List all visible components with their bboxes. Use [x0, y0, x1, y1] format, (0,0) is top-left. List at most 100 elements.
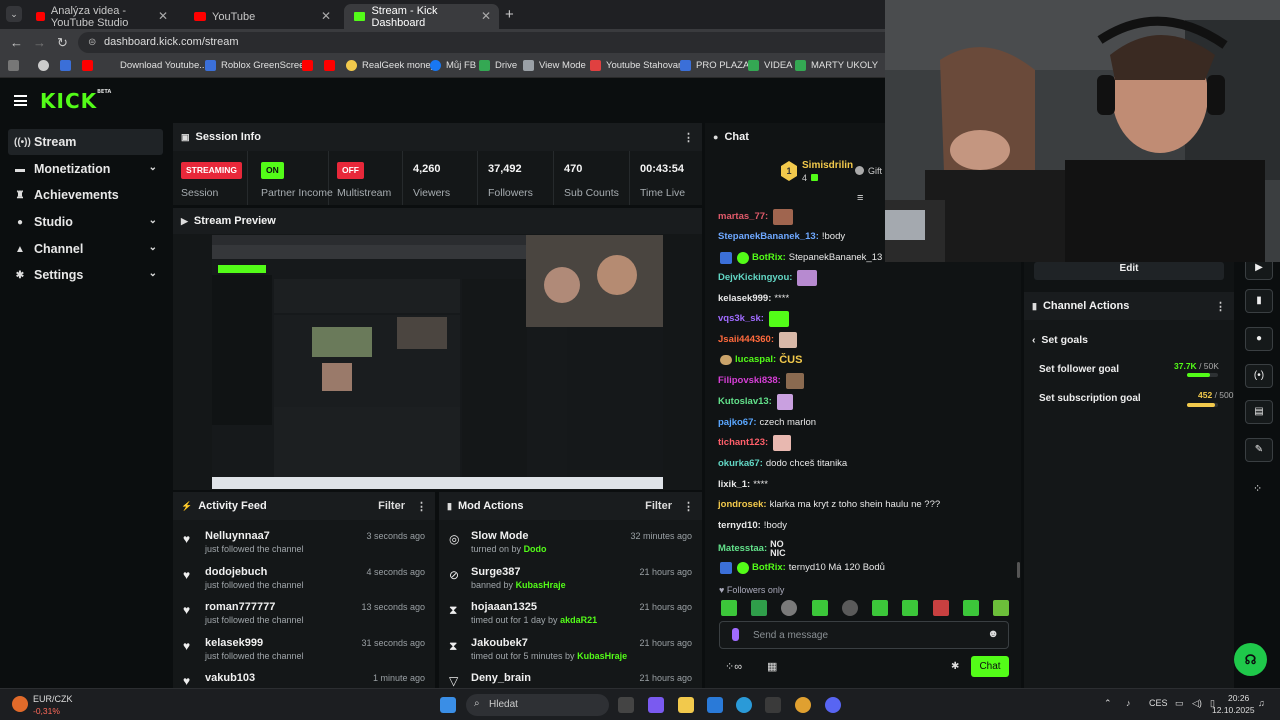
sidebar-item-studio[interactable]: ● Studio ⌄ [8, 209, 163, 235]
emote-icon[interactable] [841, 600, 858, 616]
bookmark-youtube-stahovani[interactable]: Youtube Stahovaní [590, 60, 686, 71]
list-item[interactable]: ⧗ hojaaan1325 timed out for 1 day by akd… [439, 597, 702, 632]
site-info-icon[interactable]: ⊜ [88, 32, 96, 53]
bookmark-download-youtube[interactable]: Download Youtube... [104, 60, 207, 71]
reload-icon[interactable]: ↻ [57, 35, 68, 51]
edit-button[interactable]: Edit [1034, 262, 1224, 280]
stream-preview-video[interactable] [212, 235, 663, 489]
terminal-icon[interactable] [765, 697, 781, 713]
notification-icon[interactable]: ♫ [1258, 698, 1265, 708]
gift-label[interactable]: Gift [868, 166, 882, 176]
emote-icon[interactable] [992, 600, 1009, 616]
clock-date[interactable]: 12.10.2025 [1212, 705, 1255, 715]
emote-icon[interactable] [962, 600, 979, 616]
emote-icon[interactable] [932, 600, 949, 616]
tab-search-icon[interactable]: ⌄ [6, 6, 22, 22]
outlook-icon[interactable] [707, 697, 723, 713]
chat-settings-icon[interactable]: ✱ [951, 661, 959, 672]
list-item[interactable]: ♥ roman777777 just followed the channel … [173, 597, 435, 632]
emote-icon[interactable] [751, 600, 768, 616]
clip-icon[interactable]: ▮ [1245, 289, 1273, 313]
tab-youtube-studio[interactable]: Analýza videa - YouTube Studio ✕ [26, 4, 176, 29]
wrench-icon[interactable]: ✎ [1245, 438, 1273, 462]
sidebar-item-achievements[interactable]: ♜ Achievements [8, 182, 163, 208]
kick-logo[interactable]: KICKBETA [40, 89, 111, 113]
forward-arrow-icon[interactable]: → [33, 35, 46, 50]
network-icon[interactable]: ▭ [1175, 698, 1184, 709]
emote-icon[interactable] [781, 600, 798, 616]
bookmark-icon[interactable] [60, 60, 76, 71]
tab-youtube[interactable]: YouTube ✕ [184, 4, 339, 29]
set-subscription-goal[interactable]: Set subscription goal [1039, 393, 1141, 404]
sidebar-item-monetization[interactable]: ▬ Monetization ⌄ [8, 156, 163, 182]
set-follower-goal[interactable]: Set follower goal [1039, 364, 1119, 375]
volume-icon[interactable]: ◁) [1192, 698, 1202, 709]
activity-filter-button[interactable]: Filter [378, 500, 405, 512]
taskbar-search-field[interactable]: ⌕ Hledat [466, 694, 609, 716]
bookmark-drive[interactable]: Drive [479, 60, 517, 71]
chat-bubble-icon[interactable]: ● [1245, 327, 1273, 351]
send-chat-button[interactable]: Chat [971, 656, 1009, 677]
copilot-icon[interactable] [648, 697, 664, 713]
microphone-icon[interactable] [732, 628, 739, 641]
list-item[interactable]: ♥ Nelluynnaa7 just followed the channel … [173, 526, 435, 561]
more-options-icon[interactable]: ⋮ [416, 500, 427, 513]
chat-filter-icon[interactable]: ≡ [857, 192, 863, 204]
sidebar-item-channel[interactable]: ▲ Channel ⌄ [8, 236, 163, 262]
emote-icon[interactable] [902, 600, 919, 616]
task-view-icon[interactable] [618, 697, 634, 713]
bookmark-marty-ukoly[interactable]: MARTY UKOLY [795, 60, 878, 71]
layout-icon[interactable]: ▤ [1245, 400, 1273, 424]
tab-kick-dashboard[interactable]: Stream - Kick Dashboard ✕ [344, 4, 499, 29]
discord-icon[interactable] [825, 697, 841, 713]
support-headset-icon[interactable]: ☊ [1234, 643, 1267, 676]
bookmark-pro-plaza[interactable]: PRO PLAZA [680, 60, 749, 71]
list-item[interactable]: ⧗ Jakoubek7 timed out for 5 minutes by K… [439, 633, 702, 668]
apps-grid-icon[interactable] [8, 60, 24, 71]
clock-time[interactable]: 20:26 [1228, 693, 1249, 703]
set-goals-back[interactable]: ‹ Set goals [1032, 334, 1088, 346]
chat-input-field[interactable]: Send a message ☻ [719, 621, 1009, 649]
bookmark-icon[interactable] [302, 60, 318, 71]
tray-expand-icon[interactable]: ⌃ [1104, 698, 1112, 709]
close-icon[interactable]: ✕ [481, 9, 491, 23]
list-item[interactable]: ♥ dodojebuch just followed the channel 4… [173, 562, 435, 597]
more-tools-icon[interactable]: ⁘ [1253, 482, 1262, 495]
microphone-icon[interactable]: ♪ [1126, 698, 1131, 708]
chrome-icon[interactable] [795, 697, 811, 713]
close-icon[interactable]: ✕ [321, 9, 331, 23]
menu-icon[interactable] [14, 95, 27, 106]
list-item[interactable]: ♥ kelasek999 just followed the channel 3… [173, 633, 435, 668]
more-options-icon[interactable]: ⋮ [1215, 300, 1226, 313]
broadcast-icon[interactable]: (•) [1245, 364, 1273, 388]
emote-icon[interactable] [872, 600, 889, 616]
emote-icon[interactable] [811, 600, 828, 616]
new-tab-button[interactable]: + [505, 6, 514, 23]
more-options-icon[interactable]: ⋮ [683, 131, 694, 144]
store-icon[interactable]: ▦ [767, 660, 777, 673]
bookmark-videa[interactable]: VIDEA [748, 60, 793, 71]
bookmark-realgeek-money[interactable]: RealGeek money [346, 60, 435, 71]
ticker-label[interactable]: EUR/CZK [33, 694, 73, 704]
bookmark-view-mode[interactable]: View Mode [523, 60, 586, 71]
emoji-icon[interactable]: ☻ [987, 628, 999, 640]
mod-filter-button[interactable]: Filter [645, 500, 672, 512]
list-item[interactable]: ⊘ Surge387 banned by KubasHraje 21 hours… [439, 562, 702, 597]
bookmark-muj-fb[interactable]: Můj FB [430, 60, 476, 71]
chat-scrollbar[interactable] [1017, 562, 1020, 578]
back-arrow-icon[interactable]: ← [10, 35, 23, 50]
close-icon[interactable]: ✕ [158, 9, 168, 23]
list-item[interactable]: ♥ vakub103 1 minute ago [173, 668, 435, 688]
top-gifter-name[interactable]: Simisdrilin [802, 160, 853, 171]
bookmark-icon[interactable] [82, 60, 98, 71]
sidebar-item-settings[interactable]: ✱ Settings ⌄ [8, 262, 163, 288]
list-item[interactable]: ◎ Slow Mode turned on by Dodo 32 minutes… [439, 526, 702, 561]
sidebar-item-stream[interactable]: ((•)) Stream [8, 129, 163, 155]
file-explorer-icon[interactable] [678, 697, 694, 713]
url-field[interactable]: ⊜ dashboard.kick.com/stream [78, 32, 898, 53]
emote-icon[interactable] [721, 600, 737, 616]
edge-icon[interactable] [736, 697, 752, 713]
list-item[interactable]: ▽ Deny_brain 21 hours ago [439, 668, 702, 688]
language-indicator[interactable]: CES [1149, 698, 1168, 708]
points-icon[interactable]: ⁘∞ [725, 660, 742, 673]
